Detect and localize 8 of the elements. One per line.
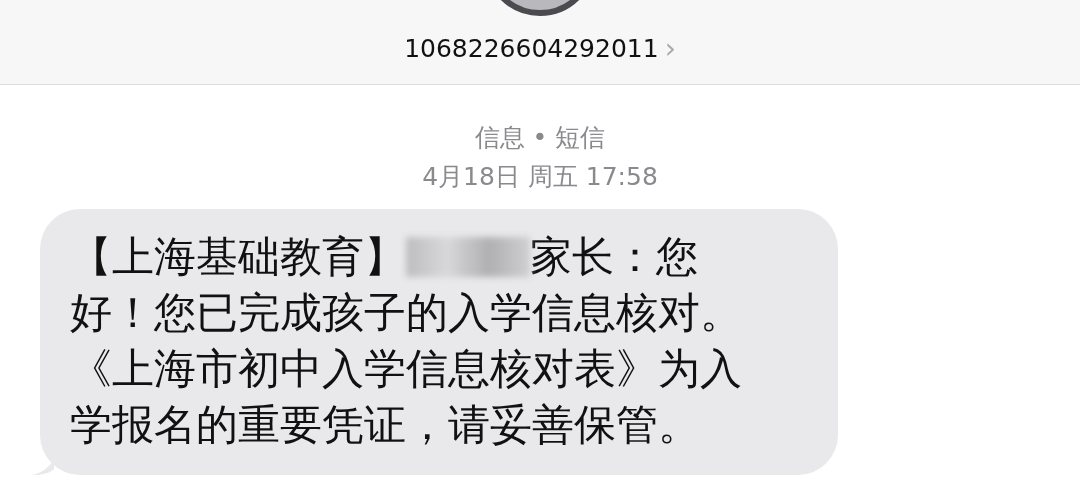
message-timestamp: 4月18日 周五 17:58 xyxy=(422,161,658,193)
contact-number[interactable]: 1068226604292011 xyxy=(404,34,659,63)
message-text: 家长：您 xyxy=(530,231,698,283)
message-text: 《上海市初中入学信息核对表》为入 xyxy=(70,343,742,395)
message-text: 好！您已完成孩子的入学信息核对。 xyxy=(70,287,742,339)
message-text: 学报名的重要凭证，请妥善保管。 xyxy=(70,399,700,451)
message-service-label: 信息 • 短信 xyxy=(474,122,606,154)
message-text: 【上海基础教育】 xyxy=(70,231,406,283)
